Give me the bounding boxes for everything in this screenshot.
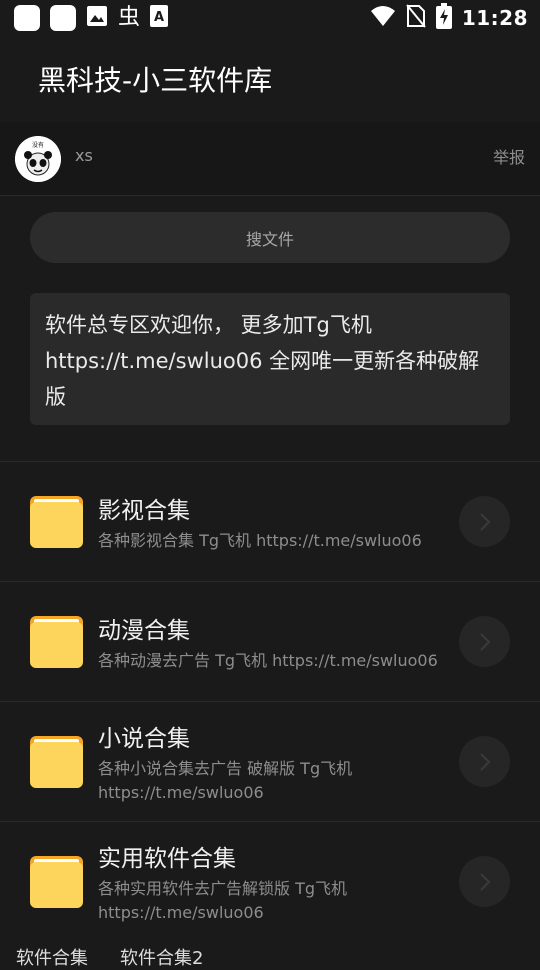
search-button[interactable]: 搜文件 — [30, 212, 510, 263]
app-square-icon — [50, 5, 76, 31]
tab-software-collection-2[interactable]: 软件合集2 — [120, 944, 203, 970]
wifi-icon — [370, 5, 396, 31]
no-sim-icon — [406, 4, 426, 32]
item-description: 各种小说合集去广告 破解版 Tg飞机 https://t.me/swluo06 — [98, 758, 353, 802]
item-title: 影视合集 — [98, 497, 190, 524]
bottom-tabs: 软件合集 软件合集2 — [16, 944, 203, 970]
item-description: 各种实用软件去广告解锁版 Tg飞机 https://t.me/swluo06 — [98, 878, 348, 922]
text-a-icon: A — [150, 5, 169, 31]
folder-list: 影视合集 各种影视合集 Tg飞机 https://t.me/swluo06 动漫… — [0, 461, 540, 941]
item-title: 实用软件合集 — [98, 845, 236, 872]
image-icon — [86, 5, 108, 31]
clock: 11:28 — [461, 6, 528, 30]
user-row: 没有 xs 举报 — [0, 122, 540, 196]
report-button[interactable]: 举报 — [493, 144, 525, 168]
bug-icon: 虫 — [118, 5, 141, 30]
app-title: 黑科技-小三软件库 — [38, 64, 273, 97]
item-description: 各种影视合集 Tg飞机 https://t.me/swluo06 — [98, 530, 422, 550]
notice-box: 软件总专区欢迎你， 更多加Tg飞机 https://t.me/swluo06 全… — [30, 293, 510, 425]
item-title: 小说合集 — [98, 725, 190, 752]
list-item[interactable]: 影视合集 各种影视合集 Tg飞机 https://t.me/swluo06 — [0, 461, 540, 581]
folder-icon — [30, 495, 83, 548]
list-item[interactable]: 小说合集 各种小说合集去广告 破解版 Tg飞机 https://t.me/swl… — [0, 701, 540, 821]
svg-text:A: A — [154, 10, 164, 25]
app-square-icon — [14, 5, 40, 31]
chevron-right-icon[interactable] — [459, 616, 510, 667]
tab-software-collection[interactable]: 软件合集 — [16, 944, 88, 970]
username: xs — [75, 146, 93, 165]
folder-icon — [30, 855, 83, 908]
chevron-right-icon[interactable] — [459, 736, 510, 787]
chevron-right-icon[interactable] — [459, 496, 510, 547]
battery-charging-icon — [435, 3, 452, 33]
notice-text: 软件总专区欢迎你， 更多加Tg飞机 https://t.me/swluo06 全… — [45, 313, 480, 409]
item-title: 动漫合集 — [98, 617, 190, 644]
folder-icon — [30, 615, 83, 668]
status-bar: 虫 A 11:28 — [0, 0, 540, 36]
chevron-right-icon[interactable] — [459, 856, 510, 907]
folder-icon — [30, 735, 83, 788]
avatar[interactable]: 没有 — [15, 135, 61, 182]
search-placeholder: 搜文件 — [245, 229, 294, 249]
avatar-caption: 没有 — [32, 141, 44, 149]
app-bar: 黑科技-小三软件库 — [0, 36, 540, 122]
list-item[interactable]: 动漫合集 各种动漫去广告 Tg飞机 https://t.me/swluo06 — [0, 581, 540, 701]
list-item[interactable]: 实用软件合集 各种实用软件去广告解锁版 Tg飞机 https://t.me/sw… — [0, 821, 540, 941]
item-description: 各种动漫去广告 Tg飞机 https://t.me/swluo06 — [98, 650, 438, 670]
